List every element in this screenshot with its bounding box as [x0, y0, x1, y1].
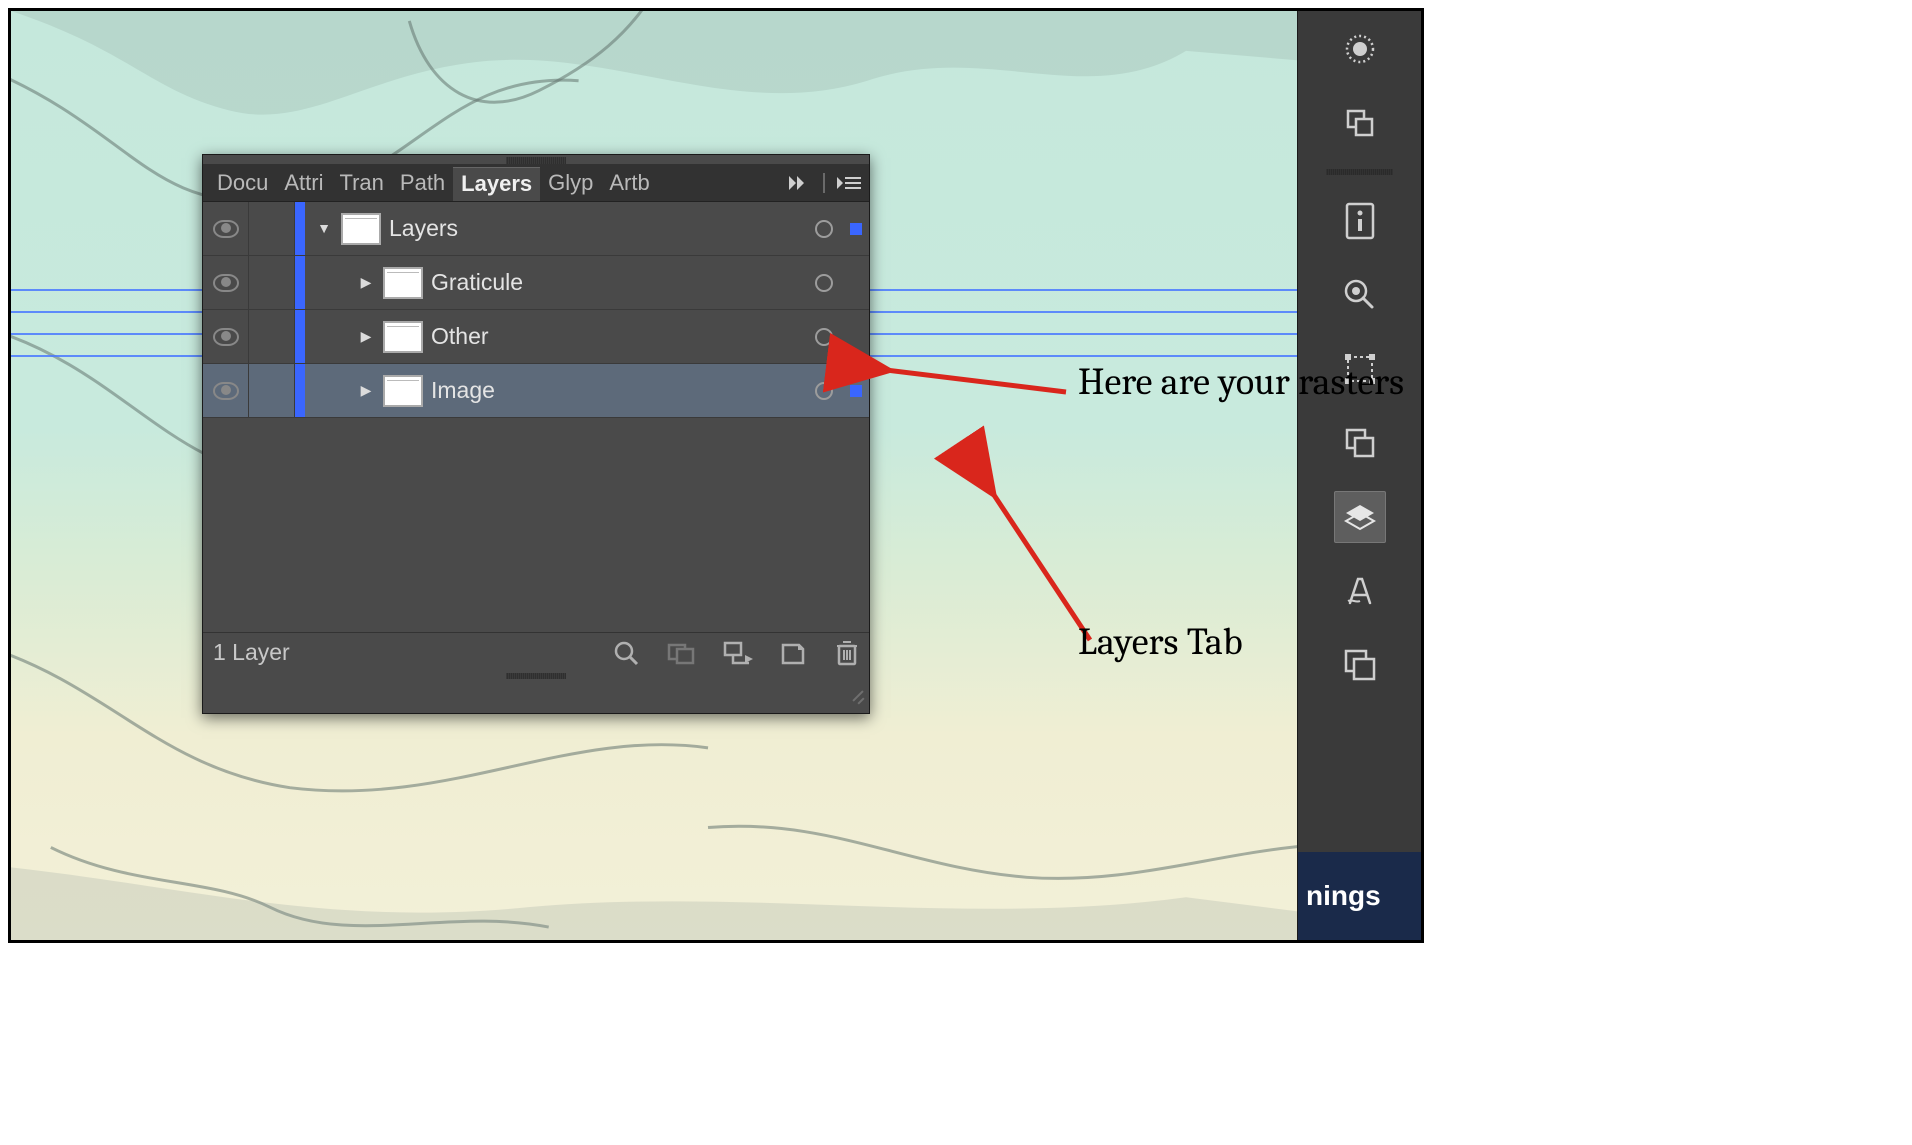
- pathfinder-icon[interactable]: [1334, 417, 1386, 469]
- visibility-toggle[interactable]: [203, 364, 249, 417]
- appearance-panel-icon[interactable]: [1334, 23, 1386, 75]
- disclosure-toggle[interactable]: [311, 220, 337, 238]
- disclosure-toggle[interactable]: [353, 382, 379, 400]
- disclosure-toggle[interactable]: [353, 328, 379, 346]
- tab-attributes[interactable]: Attri: [276, 164, 331, 201]
- canvas-viewport: nings Docu Attri Tran Path Layers Glyp A…: [8, 8, 1424, 943]
- eye-icon: [213, 220, 239, 238]
- expand-panels-icon[interactable]: [781, 164, 819, 201]
- tab-transform[interactable]: Tran: [331, 164, 391, 201]
- tabbar-divider: [819, 164, 829, 201]
- layer-color: [295, 256, 305, 309]
- layer-list-empty: [203, 418, 869, 632]
- lock-toggle[interactable]: [249, 364, 295, 417]
- layer-color: [295, 202, 305, 255]
- panel-footer: 1 Layer: [203, 632, 869, 672]
- layer-thumbnail: [383, 375, 423, 407]
- locate-object-icon[interactable]: [613, 640, 639, 666]
- layer-color: [295, 364, 305, 417]
- tab-pathfinder[interactable]: Path: [392, 164, 453, 201]
- layer-name[interactable]: Layers: [389, 215, 805, 242]
- layer-thumbnail: [383, 321, 423, 353]
- layer-row-selected[interactable]: Image: [203, 364, 869, 418]
- layers-panel: Docu Attri Tran Path Layers Glyp Artb: [202, 154, 870, 714]
- resize-grip[interactable]: [851, 695, 865, 709]
- tab-glyphs[interactable]: Glyp: [540, 164, 601, 201]
- layer-color: [295, 310, 305, 363]
- glyphs-icon[interactable]: [1334, 565, 1386, 617]
- panel-grip[interactable]: [506, 157, 566, 164]
- target-toggle[interactable]: [805, 382, 843, 400]
- layer-count: 1 Layer: [213, 639, 290, 666]
- layer-row-root[interactable]: Layers: [203, 202, 869, 256]
- selection-indicator[interactable]: [843, 223, 869, 235]
- target-toggle[interactable]: [805, 328, 843, 346]
- delete-layer-icon[interactable]: [835, 640, 859, 666]
- attributes-icon[interactable]: [1334, 269, 1386, 321]
- layer-name[interactable]: Graticule: [431, 269, 805, 296]
- target-toggle[interactable]: [805, 274, 843, 292]
- panel-menu-icon[interactable]: [829, 164, 869, 201]
- target-toggle[interactable]: [805, 220, 843, 238]
- disclosure-toggle[interactable]: [353, 274, 379, 292]
- artboards-icon[interactable]: [1334, 639, 1386, 691]
- graphic-styles-icon[interactable]: [1334, 97, 1386, 149]
- selection-indicator[interactable]: [843, 385, 869, 397]
- visibility-toggle[interactable]: [203, 256, 249, 309]
- layer-thumbnail: [383, 267, 423, 299]
- clipping-mask-icon[interactable]: [667, 641, 695, 665]
- right-dock: nings: [1297, 11, 1421, 940]
- layer-thumbnail: [341, 213, 381, 245]
- layer-list: Layers Graticule: [203, 202, 869, 632]
- annotation-rasters: Here are your rasters: [1078, 360, 1404, 404]
- panel-tabbar: Docu Attri Tran Path Layers Glyp Artb: [203, 164, 869, 202]
- annotation-arrow: [876, 352, 1076, 408]
- new-sublayer-icon[interactable]: [723, 641, 753, 665]
- layer-row[interactable]: Other: [203, 310, 869, 364]
- eye-icon: [213, 274, 239, 292]
- lock-toggle[interactable]: [249, 310, 295, 363]
- visibility-toggle[interactable]: [203, 202, 249, 255]
- doc-info-icon[interactable]: [1334, 195, 1386, 247]
- panel-grip[interactable]: [506, 673, 566, 679]
- app-footer-fragment: nings: [1298, 852, 1421, 940]
- eye-icon: [213, 382, 239, 400]
- new-layer-icon[interactable]: [781, 641, 807, 665]
- visibility-toggle[interactable]: [203, 310, 249, 363]
- lock-toggle[interactable]: [249, 202, 295, 255]
- eye-icon: [213, 328, 239, 346]
- layer-name[interactable]: Other: [431, 323, 805, 350]
- tab-layers[interactable]: Layers: [453, 167, 540, 201]
- layer-row[interactable]: Graticule: [203, 256, 869, 310]
- layers-panel-icon[interactable]: [1334, 491, 1386, 543]
- lock-toggle[interactable]: [249, 256, 295, 309]
- tab-artboards[interactable]: Artb: [601, 164, 657, 201]
- layer-name[interactable]: Image: [431, 377, 805, 404]
- tab-document-info[interactable]: Docu: [209, 164, 276, 201]
- annotation-layers-tab: Layers Tab: [1078, 620, 1243, 664]
